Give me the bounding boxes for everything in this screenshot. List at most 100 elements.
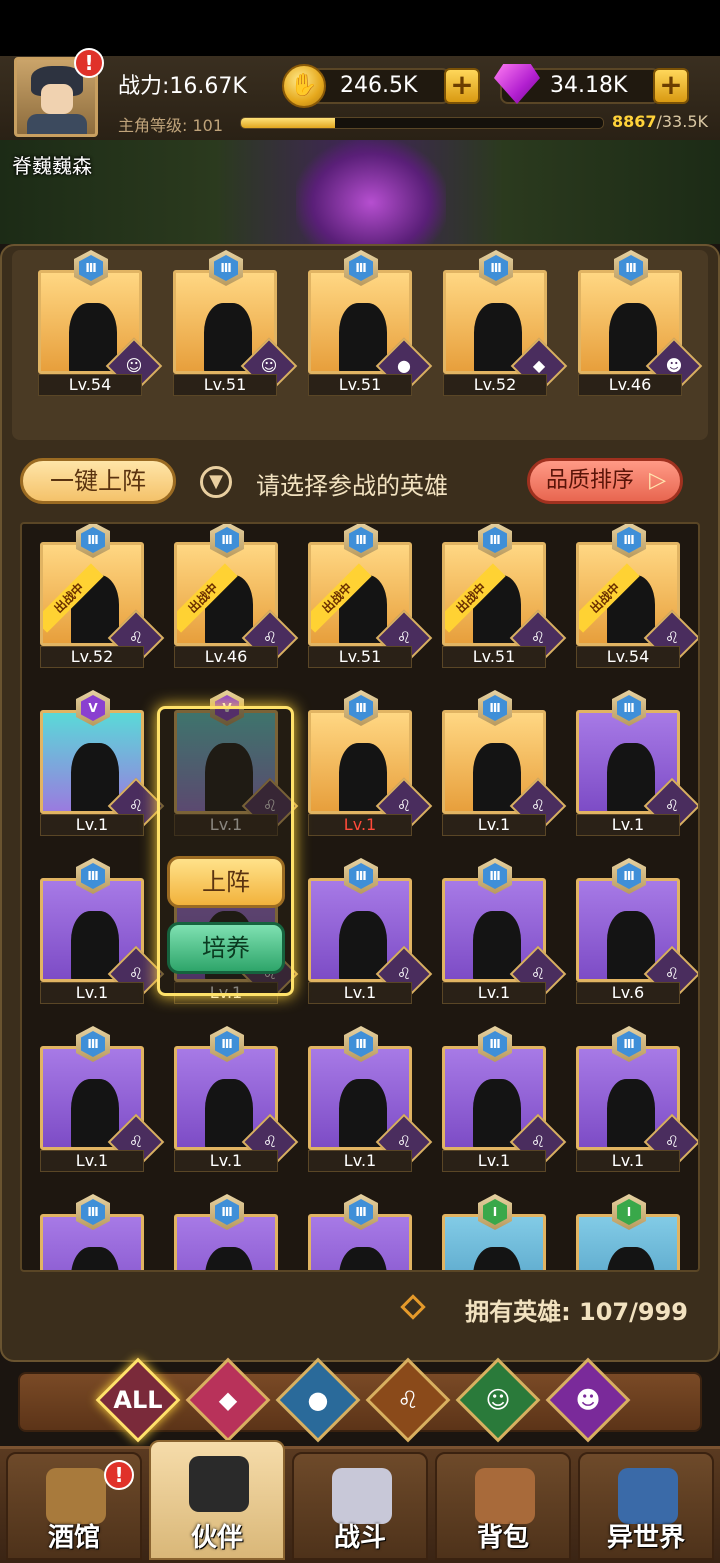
partner-icon [189, 1456, 249, 1512]
exp-fill [241, 118, 336, 128]
hero-level: Lv.51 [173, 374, 277, 396]
battle-icon [332, 1468, 392, 1524]
demon-faction-icon: ☻ [575, 1386, 601, 1414]
lion-faction-icon: ♌ [397, 1386, 419, 1414]
team-hero-card[interactable]: Ⅲ ☻ Lv.46 [578, 250, 703, 396]
hero-level: Lv.51 [308, 374, 412, 396]
nav-battle[interactable]: 战斗 [292, 1452, 428, 1560]
rank-label: Ⅲ [81, 1199, 105, 1225]
roster-hero-card[interactable]: 出战中 Ⅲ ♌ Lv.52 [40, 524, 165, 668]
roster-hero-card[interactable]: V♌Lv.1 [40, 690, 165, 836]
roster-hero-card[interactable]: 出战中 Ⅲ ♌ Lv.46 [174, 524, 299, 668]
hero-level: Lv.1 [40, 1150, 144, 1172]
rank-label: Ⅲ [484, 255, 508, 281]
rank-label: Ⅲ [617, 1031, 641, 1057]
backpack-icon [475, 1468, 535, 1524]
roster-hero-card[interactable]: Ⅲ ♌ Lv.6 [576, 858, 698, 1004]
nav-backpack[interactable]: 背包 [435, 1452, 571, 1560]
play-arrow-icon: ▷ [649, 468, 666, 493]
nav-partner[interactable]: 伙伴 [149, 1440, 285, 1560]
select-hint: 请选择参战的英雄 [256, 472, 448, 500]
hero-level: Lv.51 [308, 646, 412, 668]
team-hero-card[interactable]: Ⅲ ● Lv.51 [308, 250, 433, 396]
exp-bar [240, 117, 604, 129]
gem-value: 34.18K [550, 73, 628, 98]
portal-icon [618, 1468, 678, 1524]
tavern-icon [46, 1468, 106, 1524]
avatar-alert-icon: ! [74, 48, 104, 78]
rank-label: Ⅲ [215, 1031, 239, 1057]
roster-hero-card[interactable]: Ⅲ♌Lv.1 [442, 858, 567, 1004]
hero-level: Lv.1 [40, 814, 144, 836]
train-button[interactable]: 培养 [167, 922, 285, 974]
hero-level: Lv.1 [442, 814, 546, 836]
hero-level: Lv.1 [442, 982, 546, 1004]
filter-label: ALL [113, 1386, 163, 1414]
hero-level: Lv.51 [442, 646, 546, 668]
hero-grid[interactable]: 出战中 Ⅲ ♌ Lv.52 出战中 Ⅲ ♌ Lv.46 出战中 Ⅲ ♌ Lv.51 出战中 Ⅲ ♌ Lv.51… [20, 522, 700, 1272]
player-level: 主角等级: 101 [118, 116, 224, 135]
world-banner [0, 140, 720, 244]
roster-hero-card[interactable]: Ⅲ♌Lv.1 [576, 1026, 698, 1172]
combat-power: 战力:16.67K [118, 74, 247, 99]
roster-hero-card[interactable]: Ⅲ♌Lv.1 [308, 690, 433, 836]
hero-silhouette [339, 1247, 387, 1270]
hero-level: Lv.52 [40, 646, 144, 668]
hero-level: Lv.1 [576, 1150, 680, 1172]
sort-by-quality-button[interactable]: 品质排序 ▷ [527, 458, 683, 504]
rank-label: Ⅲ [215, 527, 239, 553]
add-gold-button[interactable]: + [444, 68, 480, 104]
status-bar [0, 0, 720, 56]
deploy-button[interactable]: 上阵 [167, 856, 285, 908]
hero-level: Lv.1 [308, 1150, 412, 1172]
roster-hero-card[interactable]: Ⅲ♌Lv.1 [308, 1026, 433, 1172]
rank-label: Ⅲ [617, 695, 641, 721]
roster-hero-card[interactable]: Ⅲ♌Lv.1 [40, 1026, 165, 1172]
add-gems-button[interactable]: + [653, 68, 689, 104]
rank-label: Ⅲ [79, 255, 103, 281]
hero-level: Lv.1 [442, 1150, 546, 1172]
hero-level: Lv.54 [38, 374, 142, 396]
rank-label: Ⅲ [349, 255, 373, 281]
roster-hero-card[interactable]: 出战中 Ⅲ ♌ Lv.51 [308, 524, 433, 668]
team-hero-card[interactable]: Ⅲ ◆ Lv.52 [443, 250, 568, 396]
team-hero-card[interactable]: Ⅲ ☺ Lv.51 [173, 250, 298, 396]
roster-hero-card[interactable]: Ⅲ♌Lv.1 [442, 690, 567, 836]
roster-hero-card[interactable]: Ⅲ♌ [40, 1194, 146, 1270]
knight-faction-icon: ◆ [218, 1386, 238, 1414]
rank-label: Ⅲ [483, 1031, 507, 1057]
rank-label: Ⅲ [81, 863, 105, 889]
nav-label: 伙伴 [190, 1523, 243, 1553]
rank-label: Ⅲ [349, 1199, 373, 1225]
roster-hero-card[interactable]: Ⅲ♌Lv.1 [442, 1026, 567, 1172]
hero-silhouette [71, 1247, 119, 1270]
nav-label: 异世界 [606, 1523, 685, 1553]
roster-hero-card[interactable]: Ⅲ♌Lv.1 [40, 858, 165, 1004]
nav-portal[interactable]: 异世界 [578, 1452, 714, 1560]
nav-label: 战斗 [333, 1523, 386, 1553]
exp-text: 8867/33.5K [612, 112, 708, 131]
roster-hero-card[interactable]: 出战中 Ⅲ ♌ Lv.54 [576, 524, 698, 668]
rank-label: I [483, 1199, 507, 1225]
roster-hero-card[interactable]: Ⅲ♌ [174, 1194, 280, 1270]
roster-hero-card[interactable]: Ⅲ♌Lv.1 [576, 690, 698, 836]
hero-level: Lv.1 [174, 1150, 278, 1172]
auto-deploy-button[interactable]: 一键上阵 [20, 458, 176, 504]
roster-hero-card[interactable]: I♌ [576, 1194, 682, 1270]
roster-hero-card[interactable]: 出战中 Ⅲ ♌ Lv.51 [442, 524, 567, 668]
roster-hero-card[interactable]: Ⅲ♌Lv.1 [308, 858, 433, 1004]
rank-label: Ⅲ [349, 1031, 373, 1057]
rank-label: Ⅲ [483, 695, 507, 721]
elf-faction-icon: ☺ [485, 1386, 511, 1414]
rank-label: Ⅲ [349, 863, 373, 889]
rank-label: Ⅲ [81, 527, 105, 553]
rank-label: Ⅲ [215, 1199, 239, 1225]
roster-hero-card[interactable]: Ⅲ♌Lv.1 [174, 1026, 299, 1172]
rank-label: Ⅲ [617, 527, 641, 553]
rank-label: Ⅲ [214, 255, 238, 281]
rank-label: I [617, 1199, 641, 1225]
roster-hero-card[interactable]: I♌ [442, 1194, 548, 1270]
team-hero-card[interactable]: Ⅲ ☺ Lv.54 [38, 250, 163, 396]
hero-silhouette [205, 1247, 253, 1270]
roster-hero-card[interactable]: Ⅲ♌ [308, 1194, 414, 1270]
